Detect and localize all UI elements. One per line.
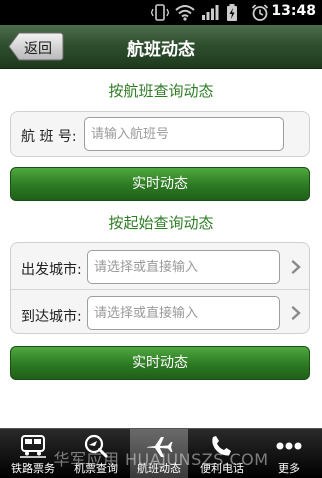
clock: 13:48 <box>271 3 316 19</box>
battery-charging-icon <box>227 4 237 21</box>
tab-flight-status[interactable]: 航班动态 <box>130 429 188 478</box>
vibrate-icon <box>151 4 169 21</box>
flight-search-card: 航 班 号: <box>10 111 310 157</box>
flight-search-title: 按航班查询动态 <box>108 82 214 100</box>
tab-label: 机票查询 <box>74 462 118 475</box>
tab-label: 便利电话 <box>200 462 244 475</box>
title-bar: 返回 航班动态 <box>0 25 322 69</box>
page-title: 航班动态 <box>127 40 195 60</box>
city-realtime-button[interactable]: 实时动态 <box>10 346 310 380</box>
tab-label: 航班动态 <box>137 462 181 475</box>
signal-icon <box>202 5 219 20</box>
wifi-icon <box>175 5 195 21</box>
tab-ticket-search[interactable]: 机票查询 <box>67 429 125 478</box>
status-bar: 13:48 <box>0 0 322 25</box>
arrival-chevron-right-icon[interactable] <box>291 306 301 320</box>
departure-label: 出发城市: <box>21 262 82 278</box>
departure-input[interactable] <box>87 250 280 284</box>
tab-label: 铁路票务 <box>11 462 55 475</box>
alarm-icon <box>251 4 269 21</box>
more-icon <box>276 442 302 450</box>
departure-chevron-right-icon[interactable] <box>291 260 301 274</box>
airplane-icon <box>147 437 173 457</box>
arrival-input[interactable] <box>87 296 280 330</box>
tab-convenience-phone[interactable]: 便利电话 <box>193 429 251 478</box>
tab-more[interactable]: 更多 <box>260 429 318 478</box>
city-search-title: 按起始查询动态 <box>108 214 214 232</box>
tab-railway-tickets[interactable]: 铁路票务 <box>4 429 62 478</box>
flight-realtime-button[interactable]: 实时动态 <box>10 167 310 201</box>
train-icon <box>20 435 46 458</box>
arrival-label: 到达城市: <box>21 309 82 325</box>
bottom-tab-bar: 铁路票务 机票查询 航班动态 便利电话 更多 <box>0 428 322 478</box>
flight-no-label: 航 班 号: <box>21 129 77 145</box>
ticket-search-icon <box>84 434 108 458</box>
flight-no-input[interactable] <box>84 117 284 151</box>
card-divider <box>11 289 309 290</box>
city-search-card: 出发城市: 到达城市: <box>10 242 310 334</box>
phone-icon <box>212 436 231 456</box>
tab-label: 更多 <box>278 462 300 475</box>
